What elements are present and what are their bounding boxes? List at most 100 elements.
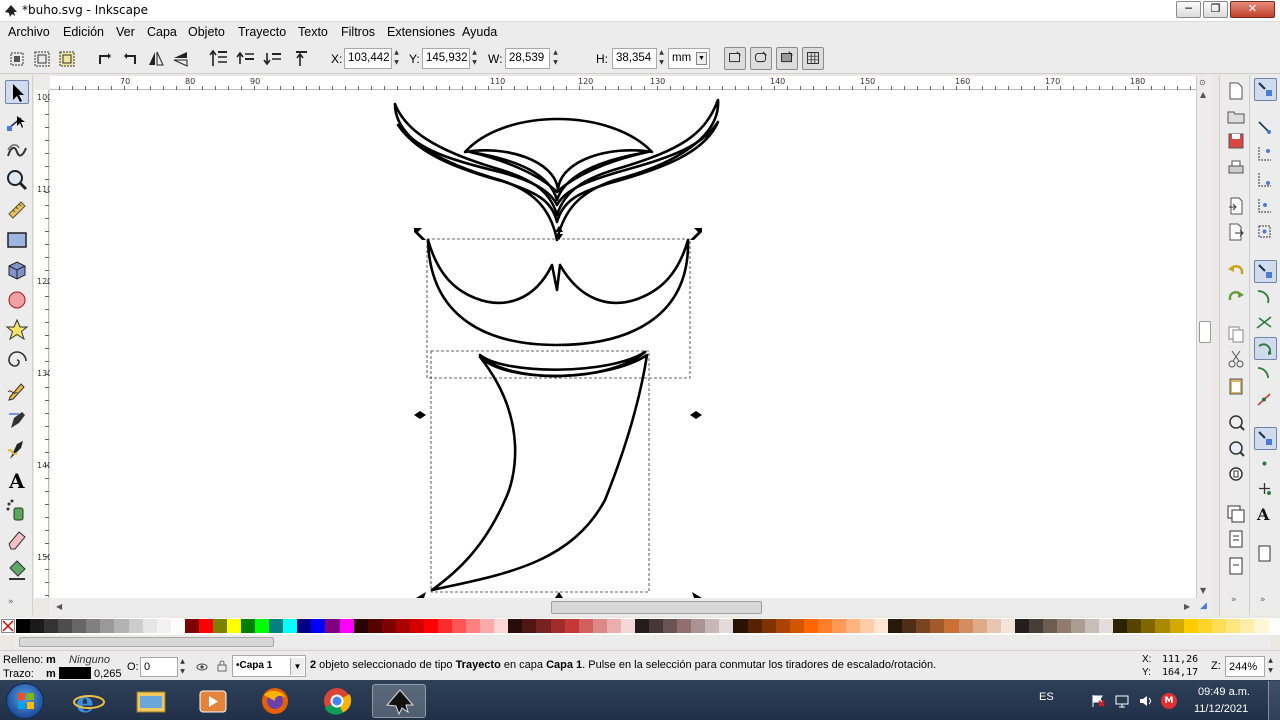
palette-swatch[interactable]	[353, 619, 369, 633]
spray-tool-icon[interactable]	[5, 498, 29, 522]
opacity-field[interactable]: 0	[140, 657, 178, 677]
menu-edicion[interactable]: Edición	[63, 25, 104, 39]
cut-icon[interactable]	[1225, 348, 1247, 370]
palette-swatch[interactable]	[860, 619, 875, 633]
vertical-scroll-thumb[interactable]	[1199, 321, 1211, 343]
snap-others-icon[interactable]	[1254, 427, 1277, 450]
palette-swatch[interactable]	[100, 619, 116, 633]
palette-swatch[interactable]	[592, 619, 608, 633]
palette-swatch[interactable]	[1225, 619, 1241, 633]
palette-swatch[interactable]	[705, 619, 720, 633]
eye-visibility-icon[interactable]	[196, 661, 208, 673]
horizontal-ruler[interactable]: 70 80 90 110 120 130 140 150 160 170 180	[50, 76, 1196, 90]
palette-swatch[interactable]	[578, 619, 594, 633]
scale-radius-toggle[interactable]	[750, 47, 772, 70]
maximize-button[interactable]: ❐	[1203, 1, 1228, 18]
palette-swatch[interactable]	[423, 619, 439, 633]
snap-bbox-midpoint-icon[interactable]	[1254, 195, 1277, 218]
scroll-left-icon[interactable]: ◀	[56, 602, 62, 611]
zoom-field[interactable]: 244%	[1225, 656, 1265, 677]
flip-vertical-icon[interactable]	[170, 48, 192, 70]
start-button[interactable]	[6, 683, 44, 719]
palette-swatch[interactable]	[620, 619, 636, 633]
flag-notification-icon[interactable]	[1090, 693, 1106, 709]
menu-extensiones[interactable]: Extensiones	[387, 25, 455, 39]
palette-swatch[interactable]	[1127, 619, 1142, 633]
palette-swatch[interactable]	[916, 619, 931, 633]
horizontal-scroll-thumb[interactable]	[551, 601, 762, 614]
palette-swatch[interactable]	[663, 619, 678, 633]
no-paint-swatch[interactable]	[1, 619, 15, 633]
palette-swatch[interactable]	[1253, 619, 1269, 633]
palette-swatch[interactable]	[339, 619, 355, 633]
selector-tool-icon[interactable]	[5, 80, 29, 104]
menu-ver[interactable]: Ver	[116, 25, 135, 39]
zoom-drawing-icon[interactable]	[1225, 438, 1247, 460]
palette-swatch[interactable]	[128, 619, 144, 633]
measure-tool-icon[interactable]	[5, 198, 29, 222]
save-icon[interactable]	[1225, 130, 1247, 152]
palette-swatch[interactable]	[888, 619, 903, 633]
palette-swatch[interactable]	[170, 619, 186, 633]
palette-swatch[interactable]	[1197, 619, 1213, 633]
palette-swatch[interactable]	[677, 619, 692, 633]
palette-swatch[interactable]	[367, 619, 383, 633]
palette-swatch[interactable]	[198, 619, 214, 633]
snap-text-baseline-icon[interactable]: A	[1254, 503, 1277, 526]
menu-texto[interactable]: Texto	[298, 25, 328, 39]
taskbar-date[interactable]: 11/12/2021	[1194, 703, 1248, 715]
palette-swatch[interactable]	[156, 619, 172, 633]
w-field[interactable]: 28,539	[505, 48, 550, 69]
snap-bbox-center-icon[interactable]	[1254, 221, 1277, 244]
snap-bbox-icon[interactable]	[1254, 117, 1277, 140]
import-icon[interactable]	[1225, 195, 1247, 217]
unlink-clone-icon[interactable]	[1225, 555, 1247, 577]
inkscape-taskbar-icon[interactable]	[372, 684, 426, 718]
flip-horizontal-icon[interactable]	[145, 48, 167, 70]
menu-filtros[interactable]: Filtros	[341, 25, 375, 39]
vertical-scrollbar[interactable]: ⊙ ▲ ▼	[1196, 76, 1212, 598]
zoom-tool-icon[interactable]	[5, 168, 29, 192]
spiral-tool-icon[interactable]	[5, 348, 29, 372]
h-field[interactable]: 38,354	[612, 48, 657, 69]
y-field[interactable]: 145,932	[422, 48, 470, 69]
palette-swatch[interactable]	[1028, 619, 1044, 633]
node-tool-icon[interactable]	[5, 110, 29, 134]
page-corner-icon[interactable]: ◢	[1200, 601, 1207, 611]
pencil-tool-icon[interactable]	[5, 378, 29, 402]
snap-cusp-nodes-icon[interactable]	[1254, 337, 1277, 360]
horizontal-scrollbar[interactable]: ◀ ▶ ◢	[50, 598, 1212, 616]
select-all-icon[interactable]	[6, 48, 28, 70]
menu-objeto[interactable]: Objeto	[188, 25, 225, 39]
palette-swatch[interactable]	[775, 619, 791, 633]
palette-swatch[interactable]	[803, 619, 819, 633]
palette-swatch[interactable]	[634, 619, 650, 633]
eraser-tool-icon[interactable]	[5, 528, 29, 552]
palette-swatch[interactable]	[1000, 619, 1016, 633]
palette-swatch[interactable]	[184, 619, 200, 633]
scroll-down-icon[interactable]: ▼	[1200, 586, 1206, 595]
palette-swatch[interactable]	[522, 619, 538, 633]
snap-rotation-center-icon[interactable]	[1254, 478, 1277, 501]
ellipse-tool-icon[interactable]	[5, 288, 29, 312]
file-explorer-taskbar-icon[interactable]	[124, 684, 178, 718]
palette-swatch[interactable]	[1141, 619, 1157, 633]
palette-swatch[interactable]	[311, 619, 327, 633]
palette-swatch[interactable]	[606, 619, 622, 633]
palette-swatch[interactable]	[58, 619, 73, 633]
palette-swatch[interactable]	[1085, 619, 1100, 633]
layer-select[interactable]: •Capa 1 ▼	[232, 655, 306, 677]
snap-smooth-nodes-icon[interactable]	[1254, 363, 1277, 386]
redo-icon[interactable]	[1225, 286, 1247, 308]
h-spinner[interactable]: ▲ ▼	[657, 48, 666, 69]
drawing-canvas[interactable]	[50, 90, 1196, 598]
palette-swatch[interactable]	[466, 619, 481, 633]
open-icon[interactable]	[1225, 105, 1247, 127]
raise-to-top-icon[interactable]	[208, 48, 230, 70]
zoom-page-icon[interactable]	[1225, 464, 1247, 486]
volume-icon[interactable]	[1138, 693, 1154, 709]
palette-swatch[interactable]	[733, 619, 749, 633]
palette-swatch[interactable]	[1071, 619, 1086, 633]
snap-page-border-icon[interactable]	[1254, 543, 1277, 566]
palette-swatch[interactable]	[1183, 619, 1199, 633]
